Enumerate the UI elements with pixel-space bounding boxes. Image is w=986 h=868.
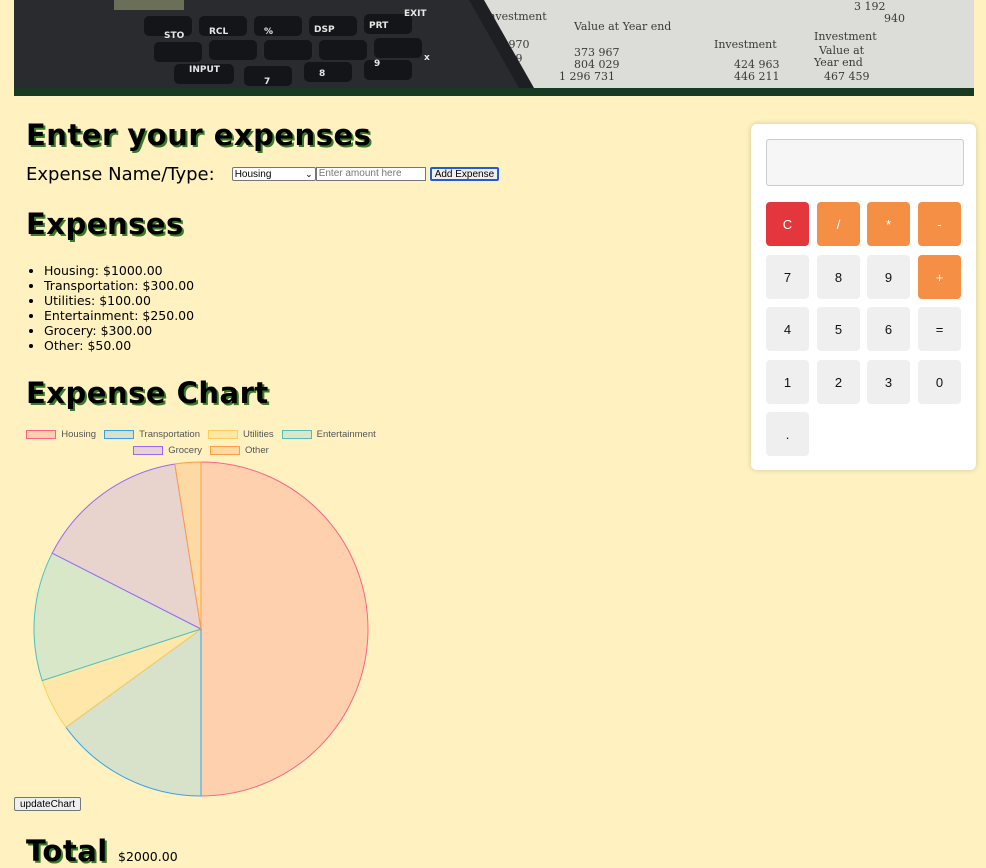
calc-key-decimal[interactable]: . — [766, 412, 809, 456]
calc-key-multiply[interactable]: * — [867, 202, 910, 246]
total-value: $2000.00 — [118, 849, 178, 864]
calculator-display[interactable] — [766, 139, 964, 186]
calc-key-2[interactable]: 2 — [817, 360, 860, 404]
calc-key-clear[interactable]: C — [766, 202, 809, 246]
calc-key-6[interactable]: 6 — [867, 307, 910, 351]
calc-key-8[interactable]: 8 — [817, 255, 860, 299]
calc-key-1[interactable]: 1 — [766, 360, 809, 404]
calc-key-7[interactable]: 7 — [766, 255, 809, 299]
calc-key-4[interactable]: 4 — [766, 307, 809, 351]
update-chart-button[interactable]: updateChart — [14, 797, 82, 811]
total-heading: Total — [26, 834, 108, 868]
calc-key-9[interactable]: 9 — [867, 255, 910, 299]
calculator: C / * - 7 8 9 + 4 5 6 = 1 2 3 0 . — [751, 124, 976, 470]
calc-key-subtract[interactable]: - — [918, 202, 961, 246]
calc-key-5[interactable]: 5 — [817, 307, 860, 351]
calc-key-0[interactable]: 0 — [918, 360, 961, 404]
pie-slice-housing[interactable] — [200, 461, 369, 797]
calc-key-add[interactable]: + — [918, 255, 961, 299]
calc-key-3[interactable]: 3 — [867, 360, 910, 404]
calc-key-equals[interactable]: = — [918, 307, 961, 351]
calc-key-divide[interactable]: / — [817, 202, 860, 246]
